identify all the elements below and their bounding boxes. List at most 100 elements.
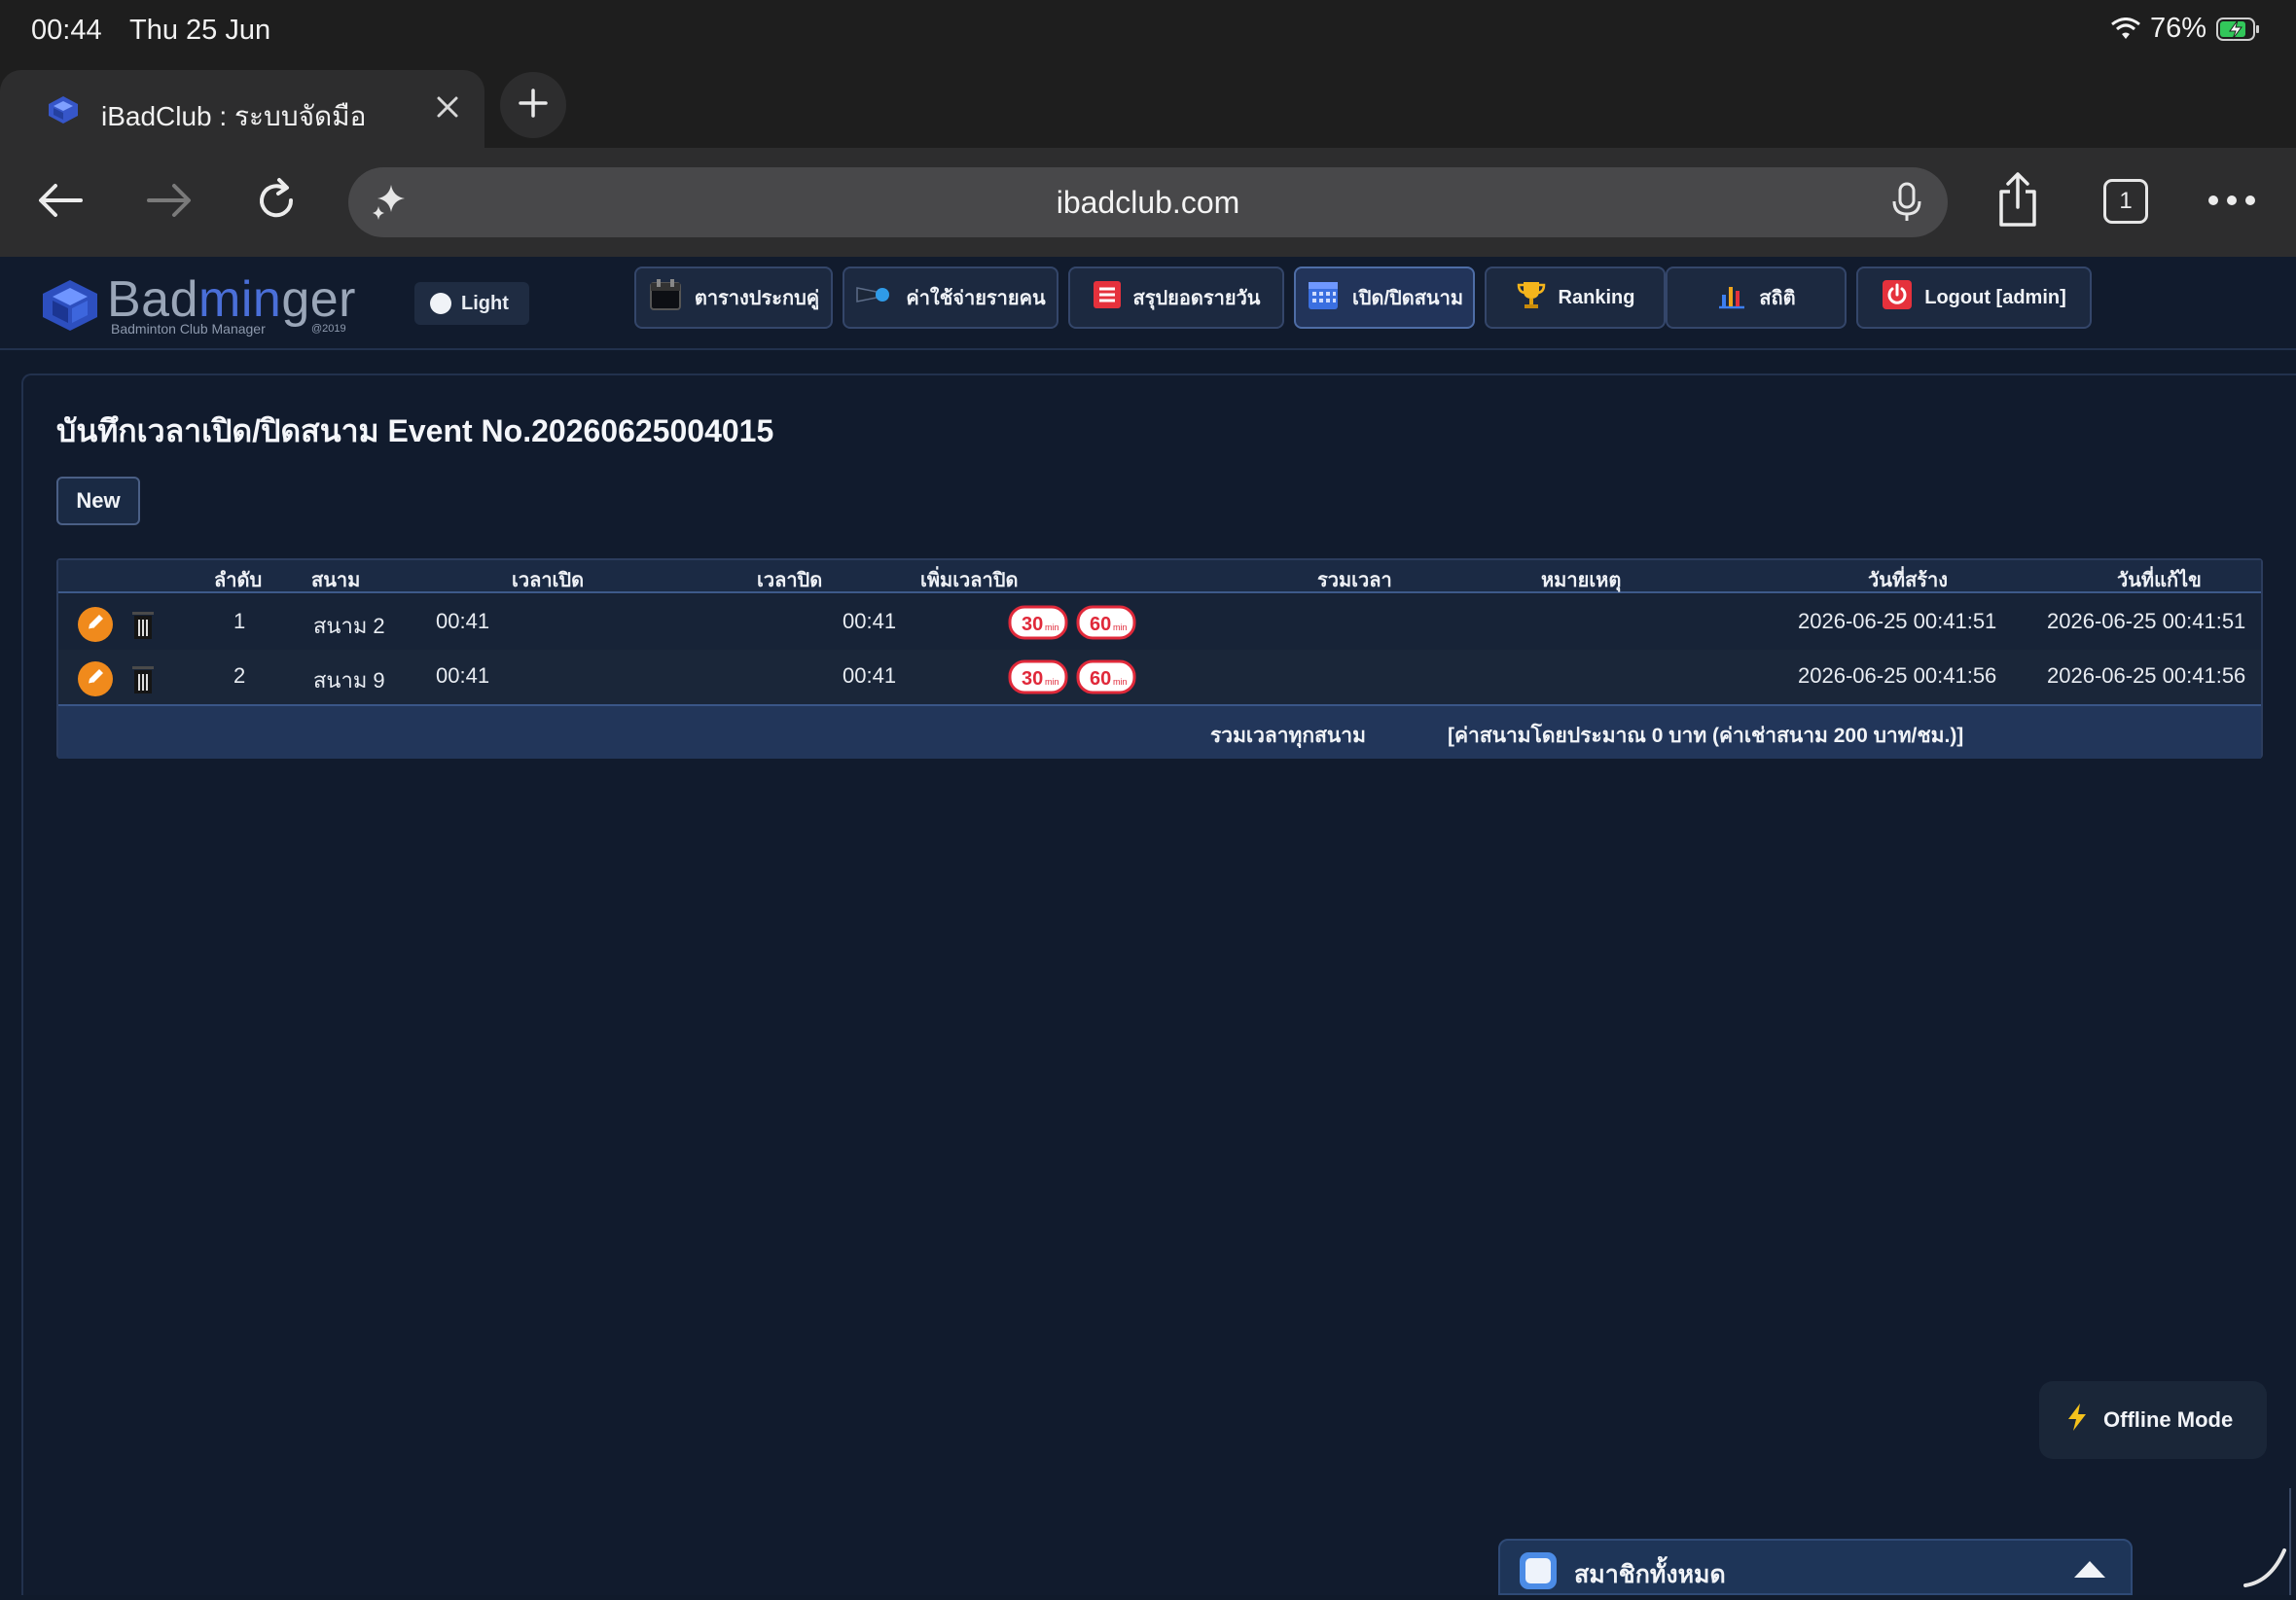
nav-daily-summary[interactable]: สรุปยอดรายวัน: [1068, 267, 1284, 329]
cell-created: 2026-06-25 00:41:56: [1798, 663, 1997, 688]
cell-seq: 2: [233, 663, 246, 688]
nav-label: เปิด/ปิดสนาม: [1351, 288, 1464, 309]
cell-open-time: 00:41: [436, 663, 490, 688]
footer-total-label: รวมเวลาทุกสนาม: [1210, 725, 1366, 747]
address-bar[interactable]: ibadclub.com: [348, 167, 1948, 237]
status-time: 00:44: [31, 15, 102, 46]
cell-open-time: 00:41: [436, 609, 490, 633]
badminger-logo-icon: [39, 278, 101, 333]
cell-close-time: 00:41: [843, 663, 897, 688]
favicon-icon: [47, 95, 80, 124]
edit-button[interactable]: [78, 661, 113, 696]
page-title: บันทึกเวลาเปิด/ปิดสนาม Event No.20260625…: [56, 413, 774, 448]
browser-tab[interactable]: iBadClub : ระบบจัดมือ: [0, 70, 484, 148]
col-close-time[interactable]: เวลาปิด: [757, 564, 822, 595]
cell-modified: 2026-06-25 00:41:51: [2047, 609, 2246, 633]
nav-label: สรุปยอดรายวัน: [1132, 288, 1261, 309]
add-30-min-button[interactable]: 30 min: [1008, 605, 1068, 640]
reload-button[interactable]: [249, 175, 304, 230]
resize-corner-icon: [2238, 1488, 2296, 1600]
lightning-icon: [2064, 1403, 2090, 1438]
close-icon[interactable]: [430, 89, 465, 124]
power-icon: [1882, 279, 1913, 316]
tab-title: iBadClub : ระบบจัดมือ: [101, 101, 367, 131]
add-time-num: 60: [1090, 668, 1111, 690]
brand-name-part1: Bad: [107, 271, 199, 328]
col-note[interactable]: หมายเหตุ: [1541, 564, 1621, 595]
nav-logout[interactable]: Logout [admin]: [1856, 267, 2092, 329]
cell-created: 2026-06-25 00:41:51: [1798, 609, 1997, 633]
nav-label: Ranking: [1558, 286, 1635, 308]
cell-seq: 1: [233, 609, 246, 633]
pencil-icon: [85, 612, 106, 638]
share-button[interactable]: [1991, 169, 2045, 233]
add-time-num: 60: [1090, 614, 1111, 635]
col-seq[interactable]: ลำดับ: [214, 564, 262, 595]
trash-icon[interactable]: [130, 663, 156, 694]
trophy-icon: [1516, 279, 1547, 316]
footer-cost: [ค่าสนามโดยประมาณ 0 บาท (ค่าเช่าสนาม 200…: [1448, 725, 1964, 747]
col-created[interactable]: วันที่สร้าง: [1868, 564, 1948, 595]
battery-charging-icon: [2216, 17, 2261, 42]
cell-court: สนาม 9: [313, 668, 385, 693]
tabs-button[interactable]: 1: [2103, 179, 2148, 224]
nav-court-open-close[interactable]: เปิด/ปิดสนาม: [1294, 267, 1475, 329]
reload-icon: [252, 176, 301, 230]
court-time-table: ลำดับ สนาม เวลาเปิด เวลาปิด เพิ่มเวลาปิด…: [56, 558, 2263, 759]
back-arrow-icon: [36, 181, 85, 225]
col-modified[interactable]: วันที่แก้ไข: [2117, 564, 2202, 595]
add-time-unit: min: [1113, 677, 1128, 687]
add-60-min-button[interactable]: 60 min: [1076, 605, 1136, 640]
new-tab-button[interactable]: [500, 72, 566, 138]
cell-modified: 2026-06-25 00:41:56: [2047, 663, 2246, 688]
status-date: Thu 25 Jun: [129, 15, 271, 46]
add-time-unit: min: [1113, 622, 1128, 632]
col-total-time[interactable]: รวมเวลา: [1317, 564, 1392, 595]
bar-chart-icon: [1716, 279, 1747, 316]
table-row[interactable]: 1 สนาม 2 00:41 00:41 30 min 60 min 2026-06…: [58, 595, 2261, 650]
url-text: ibadclub.com: [1056, 185, 1240, 220]
new-button[interactable]: New: [56, 477, 140, 525]
members-panel-toggle[interactable]: สมาชิกทั้งหมด: [1498, 1539, 2133, 1595]
browser-tab-strip: iBadClub : ระบบจัดมือ: [0, 62, 2296, 148]
brand-logo[interactable]: Badminger Badminton Club Manager @2019: [39, 271, 370, 337]
wifi-icon: [2111, 17, 2140, 41]
nav-label: สถิติ: [1759, 288, 1796, 309]
back-button[interactable]: [33, 175, 88, 230]
nav-match-schedule[interactable]: ตารางประกบคู่: [634, 267, 833, 329]
col-open-time[interactable]: เวลาเปิด: [512, 564, 584, 595]
battery-percent: 76%: [2149, 13, 2206, 44]
theme-toggle-button[interactable]: Light: [414, 282, 529, 325]
add-60-min-button[interactable]: 60 min: [1076, 659, 1136, 694]
table-row[interactable]: 2 สนาม 9 00:41 00:41 30 min 60 min 2026-06…: [58, 650, 2261, 704]
add-30-min-button[interactable]: 30 min: [1008, 659, 1068, 694]
status-right: 76%: [2111, 13, 2261, 45]
offline-mode-button[interactable]: Offline Mode: [2039, 1381, 2267, 1459]
calendar-icon: [648, 277, 683, 318]
brand-subtitle: Badminton Club Manager: [111, 321, 266, 337]
plus-icon: [517, 87, 550, 124]
offline-mode-label: Offline Mode: [2103, 1407, 2234, 1432]
nav-statistics[interactable]: สถิติ: [1666, 267, 1847, 329]
brand-name-part3: ger: [281, 271, 356, 328]
more-icon: [2206, 194, 2257, 212]
members-label: สมาชิกทั้งหมด: [1574, 1561, 1726, 1588]
select-all-checkbox[interactable]: [1520, 1552, 1557, 1589]
edit-button[interactable]: [78, 607, 113, 642]
nav-ranking[interactable]: Ranking: [1485, 267, 1666, 329]
col-court[interactable]: สนาม: [311, 564, 360, 595]
nav-cost-per-person[interactable]: ค่าใช้จ่ายรายคน: [843, 267, 1058, 329]
trash-icon[interactable]: [130, 609, 156, 640]
forward-button[interactable]: [142, 175, 197, 230]
cell-court: สนาม 2: [313, 614, 385, 638]
list-icon: [1093, 280, 1122, 315]
nav-label: Logout [admin]: [1924, 286, 2066, 308]
theme-label: Light: [461, 292, 509, 314]
chevron-up-icon[interactable]: [2072, 1558, 2107, 1584]
mic-icon[interactable]: [1887, 181, 1926, 229]
more-button[interactable]: [2205, 175, 2259, 230]
tab-count: 1: [2119, 188, 2133, 214]
col-add-time: เพิ่มเวลาปิด: [920, 570, 1019, 591]
moon-icon: [430, 293, 451, 314]
brand-year: @2019: [311, 323, 346, 335]
